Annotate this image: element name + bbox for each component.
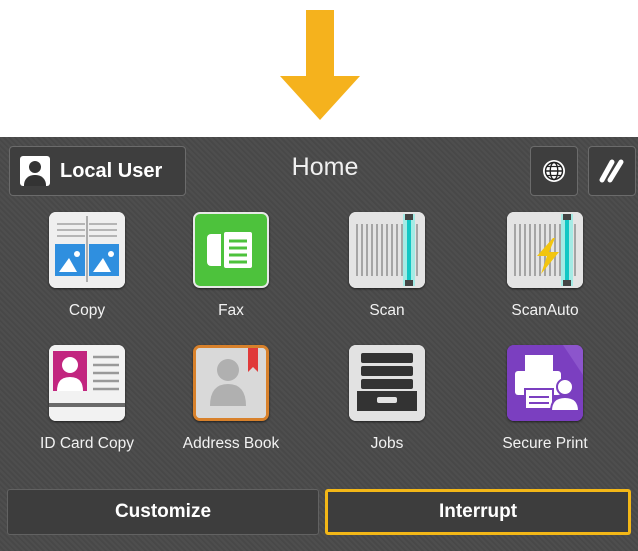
id-card-icon: [49, 345, 125, 421]
local-user-button[interactable]: Local User: [9, 146, 186, 196]
fax-app[interactable]: Fax: [166, 212, 296, 332]
app-label: ScanAuto: [511, 302, 579, 319]
interrupt-button[interactable]: Interrupt: [325, 489, 631, 535]
scan-app[interactable]: Scan: [322, 212, 452, 332]
page-title: Home: [291, 153, 359, 181]
jobs-icon: [349, 345, 425, 421]
app-label: ID Card Copy: [40, 435, 134, 452]
header-bar: Local User Home: [0, 137, 638, 207]
down-arrow-icon: [280, 10, 360, 120]
app-label: Jobs: [370, 435, 404, 452]
globe-icon: [543, 160, 565, 182]
secure-print-icon: [507, 345, 583, 421]
language-button[interactable]: [530, 146, 578, 196]
address-book-app[interactable]: Address Book: [166, 345, 296, 465]
address-book-icon: [193, 345, 269, 421]
secure-print-app[interactable]: Secure Print: [480, 345, 610, 465]
jobs-app[interactable]: Jobs: [322, 345, 452, 465]
double-slash-icon: [599, 159, 624, 183]
user-label: Local User: [60, 159, 163, 182]
id-card-copy-app[interactable]: ID Card Copy: [22, 345, 152, 465]
scan-icon: [349, 212, 425, 288]
customize-button[interactable]: Customize: [7, 489, 319, 535]
app-label: Copy: [68, 302, 106, 319]
copy-icon: [49, 212, 125, 288]
app-label: Secure Print: [502, 435, 588, 452]
fax-icon: [193, 212, 269, 288]
user-icon: [20, 156, 50, 186]
app-label: Scan: [369, 302, 405, 319]
scanauto-icon: [507, 212, 583, 288]
home-screen-panel: Local User Home Copy Fax Scan ScanAuto I…: [0, 137, 638, 551]
scanauto-app[interactable]: ScanAuto: [480, 212, 610, 332]
app-label: Address Book: [182, 435, 280, 452]
app-label: Fax: [218, 302, 244, 319]
logout-button[interactable]: [588, 146, 636, 196]
copy-app[interactable]: Copy: [22, 212, 152, 332]
